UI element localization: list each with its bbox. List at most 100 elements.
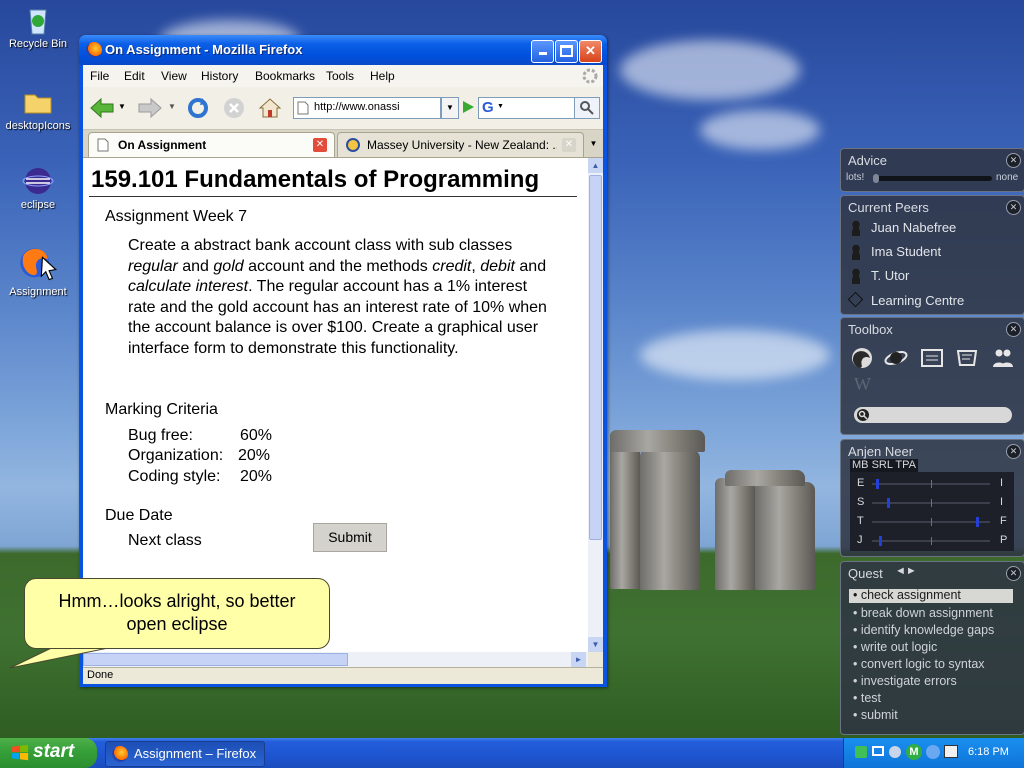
profile-scales: EISITFJP [850, 472, 1014, 551]
wikipedia-icon[interactable]: W [854, 374, 871, 395]
quest-nav-arrows[interactable]: ◄► [895, 565, 917, 577]
menu-bookmarks[interactable]: Bookmarks [255, 69, 315, 83]
quest-item[interactable]: • investigate errors [853, 674, 957, 688]
tab-massey-university[interactable]: Massey University - New Zealand: ... ✕ [337, 132, 584, 157]
menu-tools[interactable]: Tools [326, 69, 354, 83]
search-engine-icon[interactable]: G [482, 99, 494, 116]
stone [755, 482, 815, 590]
taskbar-button-label: Assignment – Firefox [134, 746, 257, 761]
eclipse-icon[interactable] [884, 346, 908, 370]
panel-title: Anjen Neer [848, 444, 914, 459]
quest-item[interactable]: • check assignment [853, 588, 961, 602]
taskbar-button-firefox[interactable]: Assignment – Firefox [105, 741, 265, 767]
desktop-icon-assignment[interactable]: Assignment [1, 244, 75, 298]
window-titlebar[interactable]: On Assignment - Mozilla Firefox ✕ [79, 35, 607, 65]
desktop-icon-label: Assignment [9, 286, 67, 298]
calendar-icon[interactable] [920, 346, 944, 370]
menu-help[interactable]: Help [370, 69, 395, 83]
tab-on-assignment[interactable]: On Assignment ✕ [88, 132, 335, 157]
menu-view[interactable]: View [161, 69, 187, 83]
start-label: start [33, 741, 75, 762]
quest-item[interactable]: • convert logic to syntax [853, 657, 985, 671]
scale-marker [976, 517, 979, 527]
scroll-down-button[interactable]: ▼ [588, 637, 603, 652]
desktop-icon-eclipse[interactable]: eclipse [1, 165, 75, 211]
speaker-icon[interactable] [889, 746, 901, 758]
back-dropdown-icon[interactable]: ▼ [118, 102, 126, 111]
tab-close-button[interactable]: ✕ [313, 138, 327, 152]
scroll-up-button[interactable]: ▲ [588, 158, 603, 173]
quest-item[interactable]: • write out logic [853, 640, 937, 654]
quest-item[interactable]: • submit [853, 708, 898, 722]
tab-srl[interactable]: SRL [872, 459, 893, 471]
tab-label: On Assignment [118, 138, 207, 152]
system-tray: M 6:18 PM [843, 738, 1024, 768]
scale-midpoint [931, 499, 932, 507]
maximize-icon [560, 45, 573, 57]
advice-left-label: lots! [846, 172, 865, 183]
desktop-icon-recycle-bin[interactable]: Recycle Bin [1, 4, 75, 50]
url-dropdown-button[interactable]: ▼ [441, 97, 459, 119]
home-icon[interactable] [257, 96, 283, 120]
stop-icon[interactable] [221, 96, 247, 120]
desktop-icon-desktopicons[interactable]: desktopIcons [1, 86, 75, 132]
toolbox-search-input[interactable] [854, 407, 1012, 423]
panel-close-button[interactable]: ✕ [1006, 200, 1021, 215]
tab-tpa[interactable]: TPA [895, 459, 916, 471]
reload-icon[interactable] [185, 96, 211, 120]
menu-history[interactable]: History [201, 69, 238, 83]
network-icon[interactable] [855, 746, 867, 758]
scale-marker [879, 536, 882, 546]
desktop-icon-label: eclipse [20, 199, 56, 211]
folder-icon [24, 94, 52, 114]
panel-close-button[interactable]: ✕ [1006, 444, 1021, 459]
firefox-icon[interactable] [850, 346, 874, 370]
back-icon[interactable] [89, 96, 115, 120]
forward-dropdown-icon[interactable]: ▼ [168, 102, 176, 111]
panel-close-button[interactable]: ✕ [1006, 153, 1021, 168]
menu-edit[interactable]: Edit [124, 69, 145, 83]
panel-close-button[interactable]: ✕ [1006, 566, 1021, 581]
advice-slider[interactable] [873, 174, 992, 183]
person-icon [850, 268, 862, 284]
quest-item[interactable]: • test [853, 691, 881, 705]
go-icon[interactable] [460, 99, 476, 115]
people-icon[interactable] [991, 346, 1015, 370]
close-button[interactable]: ✕ [579, 40, 602, 63]
forward-icon[interactable] [137, 96, 163, 120]
messenger-icon[interactable]: M [906, 744, 922, 760]
quest-item[interactable]: • identify knowledge gaps [853, 623, 994, 637]
tray-app-icon[interactable] [926, 745, 940, 759]
profile-scale-row: SI [850, 495, 1014, 511]
advice-slider-thumb[interactable] [873, 174, 879, 183]
search-button[interactable] [574, 98, 599, 118]
stone [640, 450, 700, 590]
panel-close-button[interactable]: ✕ [1006, 322, 1021, 337]
scroll-right-button[interactable]: ► [571, 652, 586, 667]
url-bar[interactable]: http://www.onassi [293, 97, 441, 119]
tray-display-icon[interactable] [944, 745, 958, 758]
monitor-icon[interactable] [872, 746, 884, 756]
profile-scale-row: EI [850, 476, 1014, 492]
tab-bar: On Assignment ✕ Massey University - New … [83, 130, 603, 158]
submit-button[interactable]: Submit [313, 523, 387, 552]
vertical-scrollbar[interactable]: ▲ ▼ [588, 158, 603, 652]
search-engine-dropdown-icon[interactable]: ▼ [497, 103, 504, 110]
stone [610, 430, 705, 452]
minimize-button[interactable] [531, 40, 554, 63]
maximize-button[interactable] [555, 40, 578, 63]
scroll-thumb[interactable] [589, 175, 602, 540]
tab-mb[interactable]: MB [852, 459, 869, 471]
desktop-icon-label: Recycle Bin [8, 38, 68, 50]
notes-icon[interactable] [955, 346, 979, 370]
menu-file[interactable]: File [90, 69, 109, 83]
horizontal-scrollbar[interactable]: ► [83, 652, 588, 667]
toolbox-panel: Toolbox ✕ W [840, 317, 1024, 435]
search-bar[interactable]: G ▼ [478, 97, 600, 119]
quest-item[interactable]: • break down assignment [853, 606, 993, 620]
tab-list-button[interactable]: ▼ [586, 134, 601, 154]
scale-right-label: I [1000, 477, 1004, 489]
tab-close-button[interactable]: ✕ [562, 138, 576, 152]
close-icon: ✕ [315, 139, 325, 150]
start-button[interactable]: start [0, 738, 97, 768]
